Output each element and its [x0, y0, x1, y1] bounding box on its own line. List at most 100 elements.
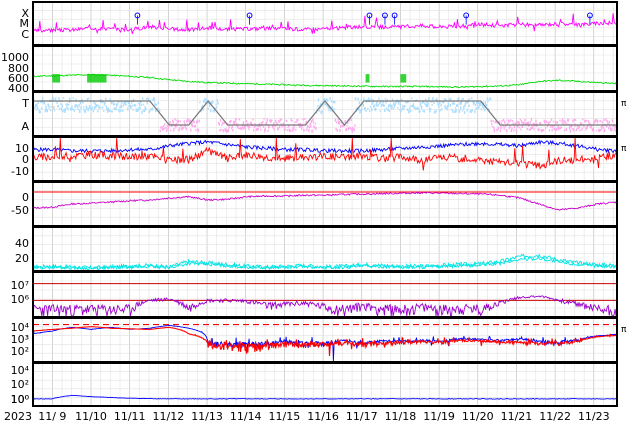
sector-dot	[247, 125, 250, 129]
sector-dot	[302, 118, 304, 121]
sector-dot	[513, 125, 516, 129]
sector-dot	[520, 128, 522, 131]
sector-dot	[371, 107, 373, 112]
proton-flux-line	[32, 326, 618, 357]
sector-dot	[112, 103, 115, 106]
sector-dot	[451, 102, 453, 105]
sector-dot	[433, 102, 435, 105]
sector-dot	[399, 103, 402, 107]
sector-dot	[456, 103, 459, 107]
sector-dot	[572, 119, 574, 123]
sector-dot	[157, 101, 159, 105]
sector-dot	[273, 128, 276, 131]
sector-dot	[50, 106, 52, 108]
sector-dot	[284, 128, 287, 131]
sector-dot	[435, 109, 437, 113]
sector-dot	[140, 104, 143, 107]
sector-dot	[121, 109, 124, 113]
sector-dot	[82, 102, 84, 104]
sector-dot	[558, 127, 560, 129]
sector-dot	[172, 121, 174, 124]
sector-dot	[74, 104, 76, 108]
sector-dot	[325, 103, 327, 106]
sector-dot	[531, 126, 534, 129]
y-tick-label: -50	[11, 204, 29, 217]
sector-dot	[350, 118, 352, 122]
sector-dot	[57, 105, 60, 107]
sector-dot	[565, 122, 567, 124]
sector-dot	[485, 104, 488, 106]
sector-dot	[260, 128, 262, 131]
chart-axis-labels: XMC1000800600400TAπ100-10π0-50402010⁷10⁶…	[1, 7, 627, 423]
sector-dot	[548, 121, 550, 125]
sector-dot	[500, 126, 502, 130]
sector-dot	[608, 120, 610, 124]
sector-dot	[382, 103, 384, 107]
sector-dot	[422, 110, 424, 112]
sector-dot	[149, 109, 151, 112]
sector-dot	[345, 127, 348, 131]
sector-dot	[380, 104, 383, 107]
sector-dot	[46, 109, 49, 113]
sector-dot	[48, 107, 50, 109]
sector-dot	[490, 119, 492, 123]
sector-dot	[122, 104, 124, 107]
sector-dot	[415, 106, 417, 110]
sector-dot	[598, 129, 601, 132]
sector-dot	[330, 100, 333, 103]
sector-dot	[595, 129, 597, 132]
x-tick-label: 11/11	[114, 410, 146, 423]
x-tick-label: 11/ 9	[38, 410, 66, 423]
sector-dot	[599, 119, 601, 123]
sector-dot	[535, 119, 537, 123]
sector-dot	[426, 101, 428, 104]
sector-dot	[483, 107, 485, 110]
y-tick-label: 10⁰	[11, 393, 30, 406]
sector-dot	[594, 118, 597, 123]
sector-dot	[105, 97, 107, 100]
sector-dot	[441, 108, 443, 110]
sector-dot	[169, 121, 171, 124]
sector-dot	[437, 105, 440, 108]
sector-dot	[426, 104, 429, 108]
sector-dot	[77, 106, 79, 109]
sector-dot	[587, 120, 590, 123]
sector-dot	[36, 103, 38, 107]
sector-dot	[78, 104, 80, 107]
sector-dot	[252, 118, 254, 121]
sector-dot	[221, 121, 224, 124]
panel-frame-5	[32, 181, 618, 227]
sector-dot	[400, 109, 402, 113]
sector-dot	[112, 102, 114, 104]
sector-dot	[412, 103, 414, 106]
panel-right-label: π	[621, 144, 627, 154]
sector-dot	[166, 124, 169, 127]
imf-bt-line	[32, 139, 618, 155]
sector-dot	[487, 99, 489, 103]
sector-dot	[546, 121, 548, 124]
sector-dot	[39, 110, 41, 114]
sector-dot	[549, 121, 551, 123]
sector-dot	[311, 129, 313, 133]
sector-dot	[317, 105, 319, 108]
sector-dot	[581, 127, 583, 131]
sector-dot	[42, 97, 44, 100]
sector-dot	[388, 109, 390, 113]
sector-dot	[544, 126, 547, 130]
sector-dot	[444, 105, 446, 109]
sector-dot	[354, 124, 356, 127]
sector-dot	[300, 127, 303, 130]
sector-dot	[585, 127, 587, 131]
sector-dot	[257, 127, 259, 131]
sector-dot	[384, 97, 387, 100]
sector-dot	[519, 126, 521, 129]
sector-dot	[82, 106, 85, 109]
sector-dot	[199, 101, 201, 104]
wind-speed-block	[400, 74, 407, 83]
sector-dot	[554, 128, 557, 131]
sector-dot	[166, 129, 168, 132]
sector-dot	[64, 108, 67, 111]
sector-dot	[44, 109, 47, 113]
sector-dot	[116, 103, 119, 106]
sector-dot	[611, 119, 614, 123]
